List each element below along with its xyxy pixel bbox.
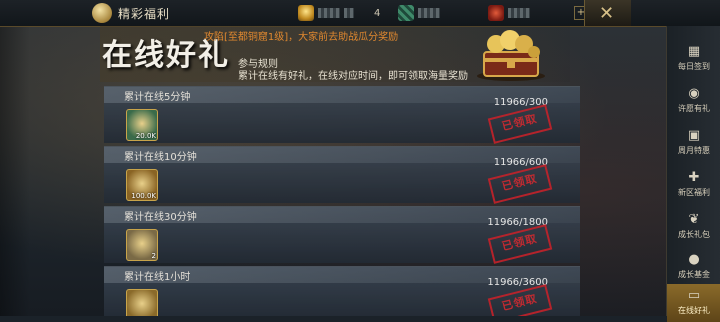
reward-row: 累计在线5分钟 11966/300 20.0K 已领取 — [104, 86, 580, 144]
nav-item-label: 成长基金 — [678, 270, 710, 279]
nav-item[interactable]: ◉ 许愿有礼 — [667, 82, 720, 120]
money-bag-icon: ● — [688, 252, 700, 267]
resource-gem-value — [418, 8, 440, 18]
reward-row: 累计在线10分钟 11966/600 100.0K 已领取 — [104, 146, 580, 204]
level-indicator: 4 — [374, 4, 380, 22]
present-icon: ✚ — [688, 170, 700, 185]
reward-row: 累计在线1小时 11966/3600 已领取 — [104, 266, 580, 316]
reward-label: 累计在线1小时 — [124, 272, 191, 283]
reward-label: 累计在线30分钟 — [124, 212, 197, 223]
resource-gold-value — [318, 8, 340, 18]
nav-item-label: 在线好礼 — [678, 306, 710, 315]
claimed-stamp: 已领取 — [487, 104, 553, 144]
wish-lamp-icon: ◉ — [688, 86, 700, 101]
window-title: 精彩福利 — [118, 7, 171, 21]
nav-item[interactable]: ❦ 成长礼包 — [667, 208, 720, 246]
nav-item[interactable]: ▭ 在线好礼 — [667, 284, 720, 322]
top-bar: 精彩福利 4 + ✕ — [0, 0, 720, 27]
claimed-stamp: 已领取 — [487, 164, 553, 204]
notice-text: 攻陷[至都铜窟1级]，大家前去助战瓜分奖励 — [204, 32, 399, 43]
reward-label: 累计在线10分钟 — [124, 152, 197, 163]
treasure-chest-icon — [477, 30, 545, 81]
rules-text: 累计在线有好礼，在线对应时间，即可领取海量奖励 — [238, 71, 468, 82]
reward-quantity: 2 — [151, 252, 156, 260]
reward-quantity: 20.0K — [135, 132, 156, 140]
resource-gift[interactable] — [488, 4, 530, 22]
nav-item[interactable]: ▦ 每日签到 — [667, 40, 720, 78]
welfare-logo-icon — [92, 3, 112, 23]
nav-item-label: 许愿有礼 — [678, 104, 710, 113]
resource-gold[interactable] — [298, 4, 354, 22]
resource-gold-value-2 — [344, 8, 354, 18]
reward-label: 累计在线5分钟 — [124, 92, 191, 103]
gold-ingot-icon — [298, 5, 314, 21]
reward-quantity: 100.0K — [131, 192, 156, 200]
grain-bundle-icon[interactable]: 100.0K — [126, 169, 158, 201]
green-gem-icon — [398, 5, 414, 21]
reward-row: 累计在线30分钟 11966/1800 2 已领取 — [104, 206, 580, 264]
arrow-bundle-icon[interactable]: 2 — [126, 229, 158, 261]
claimed-stamp: 已领取 — [487, 284, 553, 316]
level-number: 4 — [374, 7, 381, 19]
close-icon: ✕ — [599, 3, 615, 24]
monitor-icon: ▭ — [687, 288, 701, 303]
reward-list[interactable]: 累计在线5分钟 11966/300 20.0K 已领取 累计在线10分钟 119… — [104, 86, 580, 316]
nav-item[interactable]: ▣ 周月特惠 — [667, 124, 720, 162]
gold-item-icon[interactable] — [126, 289, 158, 316]
nav-item[interactable]: ● 成长基金 — [667, 248, 720, 286]
close-button[interactable]: ✕ — [584, 0, 631, 26]
left-shade — [0, 26, 30, 316]
claimed-stamp: 已领取 — [487, 224, 553, 264]
nav-item-label: 每日签到 — [678, 62, 710, 71]
card-icon: ▣ — [687, 128, 701, 143]
side-nav: ▦ 每日签到 ◉ 许愿有礼 ▣ 周月特惠 ✚ 新区福利 ❦ 成长礼包 ● 成长基金 ▭ 在线… — [666, 26, 720, 322]
nav-item-label: 新区福利 — [678, 188, 710, 197]
nav-item-label: 周月特惠 — [678, 146, 710, 155]
nav-item-label: 成长礼包 — [678, 230, 710, 239]
leaf-icon: ❦ — [688, 212, 700, 227]
calendar-icon: ▦ — [687, 44, 701, 59]
resource-gem[interactable] — [398, 4, 440, 22]
resource-gift-value — [508, 8, 530, 18]
nav-item[interactable]: ✚ 新区福利 — [667, 166, 720, 204]
red-gift-icon — [488, 5, 504, 21]
jade-coin-icon[interactable]: 20.0K — [126, 109, 158, 141]
